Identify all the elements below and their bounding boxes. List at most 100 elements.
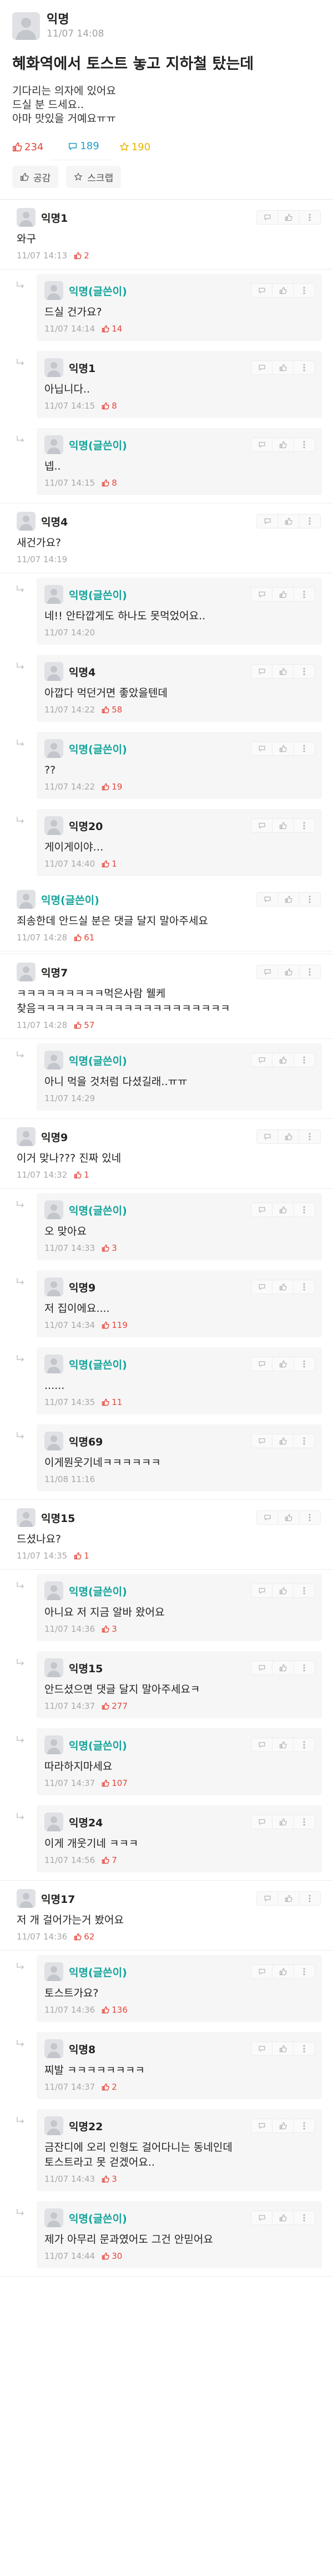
thumbs-up-icon xyxy=(279,1283,287,1291)
reply-button[interactable] xyxy=(251,2042,273,2055)
more-button[interactable] xyxy=(294,1738,315,1752)
reply-button[interactable] xyxy=(251,665,273,678)
comment-like-button[interactable] xyxy=(273,1357,294,1371)
more-button[interactable] xyxy=(299,515,320,528)
comment-like-button[interactable] xyxy=(273,284,294,297)
reply-button[interactable] xyxy=(251,1357,273,1371)
reply-button[interactable] xyxy=(257,1892,278,1905)
more-vertical-icon xyxy=(303,1056,305,1064)
more-button[interactable] xyxy=(294,2211,315,2224)
more-button[interactable] xyxy=(294,438,315,451)
more-button[interactable] xyxy=(294,2119,315,2132)
more-button[interactable] xyxy=(294,1053,315,1067)
reply-button[interactable] xyxy=(251,1584,273,1597)
reply-button[interactable] xyxy=(257,965,278,979)
speech-bubble-icon xyxy=(258,1284,265,1290)
reply-button[interactable] xyxy=(251,742,273,755)
comment-like-button[interactable] xyxy=(273,1661,294,1674)
comment-like-button[interactable] xyxy=(273,1738,294,1752)
reply-button[interactable] xyxy=(251,1053,273,1067)
more-vertical-icon xyxy=(309,1514,311,1521)
comment-text: 따라하지마세요 xyxy=(44,1760,113,1773)
comment-like-button[interactable] xyxy=(273,2211,294,2224)
more-button[interactable] xyxy=(294,665,315,678)
comment-like-button[interactable] xyxy=(278,211,299,224)
more-button[interactable] xyxy=(299,1130,320,1143)
reply-button[interactable] xyxy=(251,1738,273,1752)
comment-like-button[interactable] xyxy=(278,1130,299,1143)
comment-like-button[interactable] xyxy=(278,893,299,906)
reply-button[interactable] xyxy=(257,515,278,528)
more-button[interactable] xyxy=(294,1661,315,1674)
more-button[interactable] xyxy=(294,1815,315,1829)
reply-button[interactable] xyxy=(251,1661,273,1674)
reply-button[interactable] xyxy=(251,2119,273,2132)
thumbs-up-icon xyxy=(102,1856,109,1864)
avatar xyxy=(44,662,63,681)
comment-like-button[interactable] xyxy=(273,2042,294,2055)
comment-like-button[interactable] xyxy=(273,588,294,601)
reply-button[interactable] xyxy=(251,2211,273,2224)
reply-button[interactable] xyxy=(257,893,278,906)
comment-like-button[interactable] xyxy=(273,1815,294,1829)
more-button[interactable] xyxy=(294,819,315,832)
post-body-line: 기다리는 의자에 있어요 xyxy=(12,85,116,97)
comment-like-button[interactable] xyxy=(273,438,294,451)
more-button[interactable] xyxy=(299,1511,320,1524)
reply-button[interactable] xyxy=(251,1280,273,1294)
more-vertical-icon xyxy=(303,822,305,829)
comment-like-button[interactable] xyxy=(273,1584,294,1597)
comment-like-button[interactable] xyxy=(273,819,294,832)
comment-like-button[interactable] xyxy=(273,1053,294,1067)
reply-button[interactable] xyxy=(251,361,273,374)
more-button[interactable] xyxy=(294,1203,315,1216)
comment-text: 넵.. xyxy=(44,460,61,472)
reply-button[interactable] xyxy=(251,438,273,451)
reply-button[interactable] xyxy=(257,1511,278,1524)
avatar xyxy=(44,281,63,300)
thumbs-up-icon xyxy=(74,934,82,941)
thumbs-up-icon xyxy=(102,479,109,487)
scrap-button[interactable]: 스크랩 xyxy=(66,166,122,188)
user-silhouette-icon xyxy=(47,1358,60,1373)
more-button[interactable] xyxy=(294,742,315,755)
comment-like-button[interactable] xyxy=(273,1965,294,1978)
more-button[interactable] xyxy=(294,2042,315,2055)
more-button[interactable] xyxy=(299,965,320,979)
reply-button[interactable] xyxy=(257,211,278,224)
more-button[interactable] xyxy=(294,361,315,374)
reply-button[interactable] xyxy=(257,1130,278,1143)
reply-button[interactable] xyxy=(251,1434,273,1448)
more-button[interactable] xyxy=(294,1357,315,1371)
more-button[interactable] xyxy=(294,284,315,297)
comment-like-button[interactable] xyxy=(278,965,299,979)
reply-button[interactable] xyxy=(251,819,273,832)
more-button[interactable] xyxy=(294,1965,315,1978)
comment-text: 드실 건가요? xyxy=(44,306,102,318)
more-button[interactable] xyxy=(299,211,320,224)
more-button[interactable] xyxy=(294,1584,315,1597)
comment-like-button[interactable] xyxy=(273,742,294,755)
reply-card: 익명(글쓴이) 네!! 안타깝게도 하나도 못먹었어요.. 11/07 14:20 xyxy=(37,578,322,645)
reply-button[interactable] xyxy=(251,1203,273,1216)
more-button[interactable] xyxy=(294,588,315,601)
more-button[interactable] xyxy=(294,1434,315,1448)
comment-like-button[interactable] xyxy=(278,1892,299,1905)
comment-like-button[interactable] xyxy=(273,361,294,374)
reply-button[interactable] xyxy=(251,284,273,297)
more-button[interactable] xyxy=(299,893,320,906)
comment-like-button[interactable] xyxy=(273,665,294,678)
comment-like-button[interactable] xyxy=(273,2119,294,2132)
comment-like-value: 1 xyxy=(84,1551,89,1561)
more-button[interactable] xyxy=(294,1280,315,1294)
comment-like-button[interactable] xyxy=(278,515,299,528)
like-button[interactable]: 공감 xyxy=(12,166,59,188)
comment-like-button[interactable] xyxy=(273,1203,294,1216)
comment-like-button[interactable] xyxy=(273,1280,294,1294)
reply-button[interactable] xyxy=(251,1815,273,1829)
more-button[interactable] xyxy=(299,1892,320,1905)
comment-like-button[interactable] xyxy=(278,1511,299,1524)
reply-button[interactable] xyxy=(251,1965,273,1978)
reply-button[interactable] xyxy=(251,588,273,601)
comment-like-button[interactable] xyxy=(273,1434,294,1448)
